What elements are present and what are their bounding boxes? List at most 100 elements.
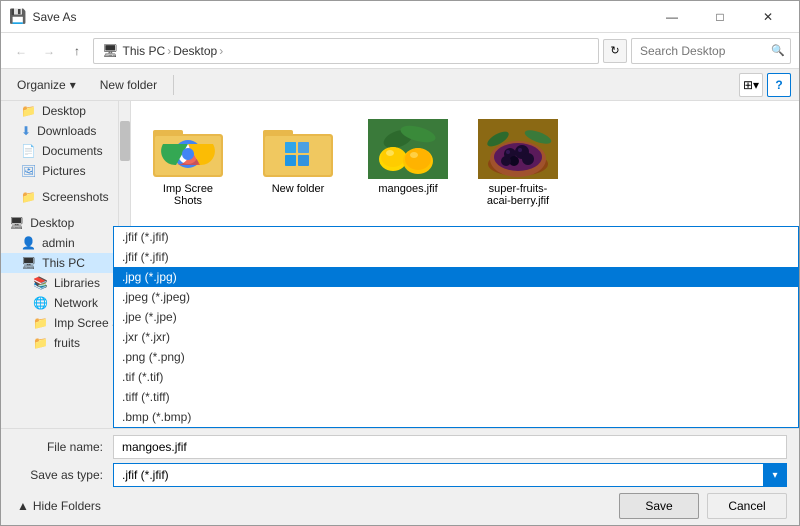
fruits-folder-icon: 📁 xyxy=(33,336,48,350)
refresh-button[interactable]: ↻ xyxy=(603,39,627,63)
dialog-title: Save As xyxy=(32,10,76,24)
sidebar-item-documents[interactable]: 📄 Documents xyxy=(1,141,118,161)
sidebar-item-label: This PC xyxy=(42,256,85,270)
pictures-icon: 🖼 xyxy=(21,164,36,178)
address-path[interactable]: 🖥 This PC › Desktop › xyxy=(93,38,599,64)
sidebar-item-desktop[interactable]: 🖥 Desktop xyxy=(1,213,118,233)
sidebar-item-downloads[interactable]: ⬇ Downloads xyxy=(1,121,118,141)
file-item-new-folder[interactable]: New folder xyxy=(253,113,343,213)
sidebar-item-pictures[interactable]: 🖼 Pictures xyxy=(1,161,118,181)
close-button[interactable]: ✕ xyxy=(745,1,791,33)
sidebar-item-label: Documents xyxy=(42,144,103,158)
sidebar-item-desktop-quick[interactable]: 📁 Desktop xyxy=(1,101,118,121)
dropdown-option-4[interactable]: .jpe (*.jpe) xyxy=(114,307,798,327)
file-label-imp: Imp Scree Shots xyxy=(149,183,227,207)
sidebar-item-fruits[interactable]: 📁 fruits xyxy=(1,333,118,353)
path-sep2: › xyxy=(219,44,223,58)
documents-icon: 📄 xyxy=(21,144,36,158)
toolbar: Organize ▾ New folder ⊞ ▾ ? xyxy=(1,69,799,101)
dropdown-option-9[interactable]: .bmp (*.bmp) xyxy=(114,407,798,427)
filename-row: File name: xyxy=(13,435,787,459)
folder-thumb-imp xyxy=(148,119,228,179)
sidebar-item-label: Pictures xyxy=(42,164,85,178)
downloads-icon: ⬇ xyxy=(21,124,31,138)
forward-button[interactable]: → xyxy=(37,39,61,63)
dropdown-option-6[interactable]: .png (*.png) xyxy=(114,347,798,367)
title-bar-controls: — □ ✕ xyxy=(649,1,791,33)
hide-folders-label: Hide Folders xyxy=(33,499,101,513)
scrollbar-thumb xyxy=(120,121,130,161)
savetype-dropdown-arrow[interactable]: ▾ xyxy=(763,463,787,487)
sidebar-item-admin[interactable]: 👤 admin xyxy=(1,233,118,253)
sidebar-item-thispc[interactable]: 🖥 This PC xyxy=(1,253,118,273)
back-button[interactable]: ← xyxy=(9,39,33,63)
search-icon: 🔍 xyxy=(771,44,785,57)
new-folder-button[interactable]: New folder xyxy=(92,73,165,97)
help-button[interactable]: ? xyxy=(767,73,791,97)
dropdown-option-3[interactable]: .jpeg (*.jpeg) xyxy=(114,287,798,307)
dropdown-option-2[interactable]: .jpg (*.jpg) xyxy=(114,267,798,287)
image-thumb-mangoes xyxy=(368,119,448,179)
organize-label: Organize xyxy=(17,78,66,92)
sidebar-item-screenshots[interactable]: 📁 Screenshots xyxy=(1,187,118,207)
dropdown-option-5[interactable]: .jxr (*.jxr) xyxy=(114,327,798,347)
path-desktop: Desktop xyxy=(173,44,217,58)
sidebar-item-label: fruits xyxy=(54,336,80,350)
hide-folders-toggle[interactable]: ▲ Hide Folders xyxy=(17,493,101,519)
dropdown-option-7[interactable]: .tif (*.tif) xyxy=(114,367,798,387)
sidebar-item-libraries[interactable]: 📚 Libraries xyxy=(1,273,118,293)
dropdown-option-0[interactable]: .jfif (*.jfif) xyxy=(114,227,798,247)
file-item-acai[interactable]: super-fruits-acai-berry.jfif xyxy=(473,113,563,213)
file-item-imp-scree-shots[interactable]: Imp Scree Shots xyxy=(143,113,233,213)
minimize-button[interactable]: — xyxy=(649,1,695,33)
search-input[interactable] xyxy=(631,38,791,64)
dialog-icon: 💾 xyxy=(9,8,26,25)
cancel-button[interactable]: Cancel xyxy=(707,493,787,519)
savetype-input[interactable] xyxy=(113,463,787,487)
savetype-wrapper: ▾ xyxy=(113,463,787,487)
dropdown-overlay: .jfif (*.jfif) .jfif (*.jfif) .jpg (*.jp… xyxy=(113,226,799,428)
file-item-mangoes[interactable]: mangoes.jfif xyxy=(363,113,453,213)
savetype-label: Save as type: xyxy=(13,468,113,482)
folder-icon: 📁 xyxy=(21,104,36,118)
organize-button[interactable]: Organize ▾ xyxy=(9,73,84,97)
sidebar-wrapper: 📁 Desktop ⬇ Downloads 📄 Documents 🖼 Pict… xyxy=(1,101,131,428)
title-bar: 💾 Save As — □ ✕ xyxy=(1,1,799,33)
maximize-button[interactable]: □ xyxy=(697,1,743,33)
view-button[interactable]: ⊞ ▾ xyxy=(739,73,763,97)
image-thumb-acai xyxy=(478,119,558,179)
folder-thumb-new xyxy=(258,119,338,179)
save-button[interactable]: Save xyxy=(619,493,699,519)
up-button[interactable]: ↑ xyxy=(65,39,89,63)
imp-folder-icon: 📁 xyxy=(33,316,48,330)
file-label-acai: super-fruits-acai-berry.jfif xyxy=(479,183,557,207)
sidebar-item-imp-scree-shots[interactable]: 📁 Imp Scree Shots xyxy=(1,313,118,333)
button-row: ▲ Hide Folders Save Cancel xyxy=(13,493,787,519)
savetype-row: Save as type: ▾ xyxy=(13,463,787,487)
dropdown-option-1[interactable]: .jfif (*.jfif) xyxy=(114,247,798,267)
sidebar-item-label: Downloads xyxy=(37,124,96,138)
sidebar: 📁 Desktop ⬇ Downloads 📄 Documents 🖼 Pict… xyxy=(1,101,118,428)
filename-input[interactable] xyxy=(113,435,787,459)
sidebar-item-label: admin xyxy=(42,236,75,250)
new-folder-label: New folder xyxy=(100,78,157,92)
sidebar-item-label: Desktop xyxy=(30,216,74,230)
save-as-dialog: 💾 Save As — □ ✕ ← → ↑ 🖥 This PC › Deskto… xyxy=(0,0,800,526)
filename-label: File name: xyxy=(13,440,113,454)
screenshots-icon: 📁 xyxy=(21,190,36,204)
sidebar-item-label: Desktop xyxy=(42,104,86,118)
organize-arrow: ▾ xyxy=(70,78,76,92)
path-thispc: This PC xyxy=(123,44,166,58)
help-icon: ? xyxy=(775,78,782,92)
folder-icon-new-svg xyxy=(263,122,333,177)
dropdown-option-8[interactable]: .tiff (*.tiff) xyxy=(114,387,798,407)
acai-image-svg xyxy=(478,119,558,179)
path-sep1: › xyxy=(167,44,171,58)
sidebar-item-network[interactable]: 🌐 Network xyxy=(1,293,118,313)
hide-folders-arrow: ▲ xyxy=(17,499,29,513)
sidebar-item-label: Libraries xyxy=(54,276,100,290)
thispc-icon: 🖥 xyxy=(21,256,36,270)
desktop-icon: 🖥 xyxy=(9,216,24,230)
search-wrapper: 🔍 xyxy=(631,38,791,64)
admin-icon: 👤 xyxy=(21,236,36,250)
